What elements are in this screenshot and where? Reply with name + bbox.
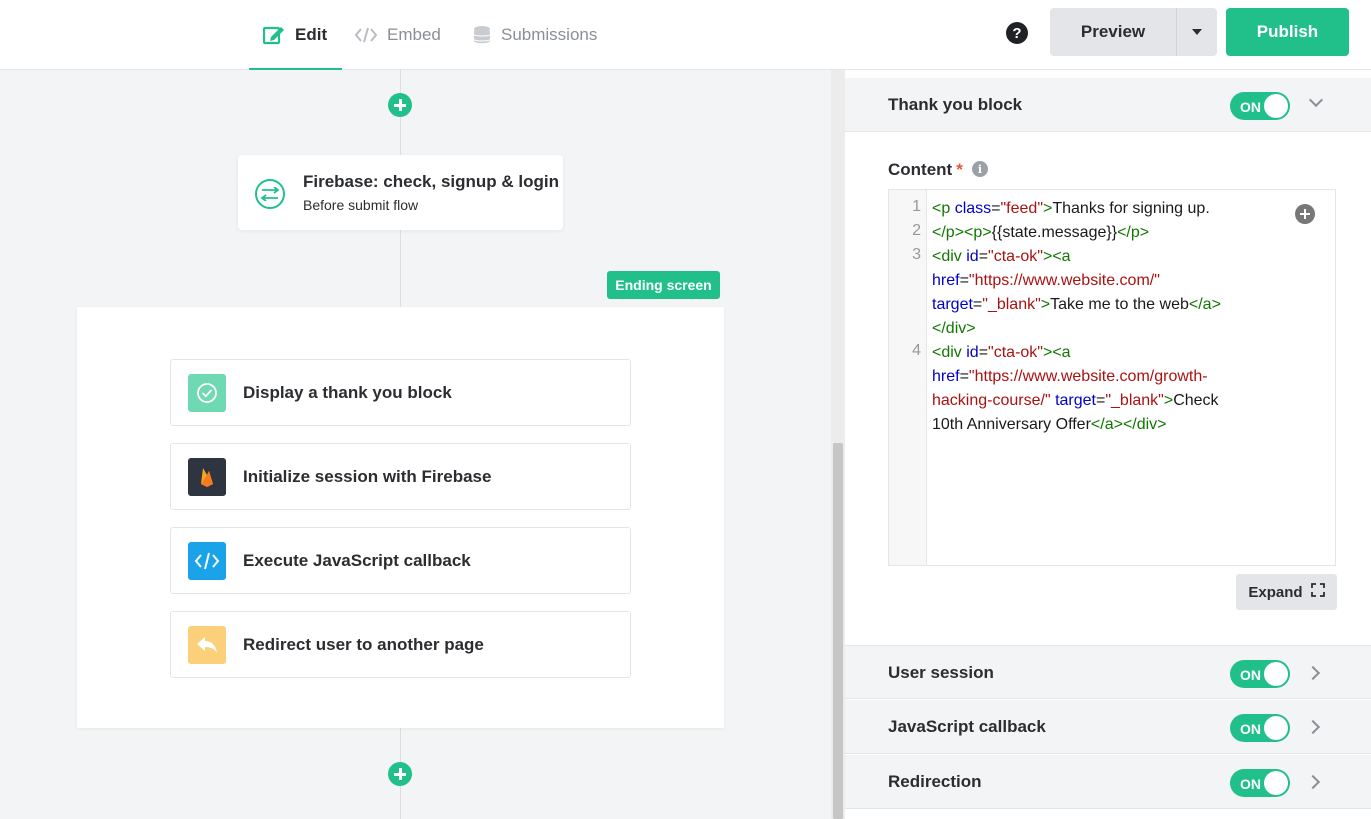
line-number: 2 (912, 222, 921, 239)
tab-label: Submissions (501, 24, 598, 44)
line-number-gutter: 1 2 3 4 (889, 190, 927, 565)
canvas-scrollbar-thumb[interactable] (833, 443, 843, 819)
code-line: <div id="cta-ok"><a (932, 344, 1071, 361)
chevron-down-icon[interactable] (1308, 92, 1324, 108)
line-number: 3 (912, 246, 921, 263)
section-javascript-callback[interactable]: JavaScript callback ON (845, 700, 1371, 754)
edit-icon (263, 25, 285, 45)
ending-screen-badge: Ending screen (607, 271, 720, 299)
content-label: Content * (888, 160, 963, 180)
action-firebase-session[interactable]: Initialize session with Firebase (170, 443, 631, 510)
fullscreen-icon (1310, 583, 1325, 601)
section-title: Redirection (888, 772, 982, 791)
flow-card-subtitle: Before submit flow (303, 197, 419, 213)
tab-label: Embed (387, 24, 441, 44)
line-number: 1 (912, 198, 921, 215)
code-line: href="https://www.website.com/growth- (932, 368, 1208, 385)
section-redirection[interactable]: Redirection ON (845, 755, 1371, 809)
action-label: Display a thank you block (243, 383, 452, 402)
section-thank-you-block[interactable]: Thank you block ON (845, 78, 1371, 132)
code-line: <div id="cta-ok"><a (932, 248, 1071, 265)
action-thank-you-block[interactable]: Display a thank you block (170, 359, 631, 426)
info-icon[interactable]: i (972, 161, 988, 177)
required-mark: * (956, 160, 963, 179)
code-line: </p><p>{{state.message}}</p> (932, 224, 1150, 241)
toggle-label: ON (1240, 667, 1261, 683)
firebase-flow-card[interactable]: Firebase: check, signup & login Before s… (238, 155, 563, 230)
chevron-right-icon[interactable] (1305, 665, 1321, 681)
code-line: 10th Anniversary Offer</a></div> (932, 416, 1167, 433)
toggle-label: ON (1240, 721, 1261, 737)
toggle-knob (1264, 662, 1288, 686)
toggle-label: ON (1240, 99, 1261, 115)
action-label: Execute JavaScript callback (243, 551, 471, 570)
preview-button[interactable]: Preview (1050, 8, 1177, 56)
caret-down-icon (1192, 29, 1202, 35)
toggle-label: ON (1240, 776, 1261, 792)
ending-screen-panel: Display a thank you block Initialize ses… (77, 307, 724, 728)
thank-you-toggle[interactable]: ON (1230, 92, 1290, 120)
redirection-toggle[interactable]: ON (1230, 769, 1290, 797)
add-step-button[interactable] (388, 762, 412, 786)
reply-arrow-icon (188, 626, 226, 664)
tab-edit[interactable]: Edit (248, 0, 343, 70)
content-label-text: Content (888, 160, 953, 179)
code-icon (188, 542, 226, 580)
tab-submissions[interactable]: Submissions (473, 0, 597, 69)
toggle-knob (1264, 94, 1288, 118)
help-glyph: ? (1012, 24, 1022, 42)
tab-embed[interactable]: Embed (355, 0, 441, 69)
add-step-button[interactable] (388, 93, 412, 117)
chevron-right-icon[interactable] (1305, 774, 1321, 790)
preview-button-group: Preview (1050, 8, 1217, 56)
code-content: <p class="feed">Thanks for signing up. <… (932, 197, 1272, 437)
connector-line (400, 230, 401, 307)
flow-icon (255, 179, 285, 209)
settings-panel: Thank you block ON Content * i 1 2 3 4 <p… (845, 70, 1371, 819)
flow-canvas: Firebase: check, signup & login Before s… (0, 70, 831, 819)
action-redirect[interactable]: Redirect user to another page (170, 611, 631, 678)
line-number: 4 (912, 342, 921, 359)
add-snippet-icon[interactable] (1295, 204, 1315, 224)
tab-label: Edit (295, 24, 328, 44)
database-icon (473, 25, 491, 45)
code-line: href="https://www.website.com/" (932, 272, 1160, 289)
toggle-knob (1264, 716, 1288, 740)
code-line: </div> (932, 320, 976, 337)
preview-dropdown-toggle[interactable] (1177, 8, 1217, 56)
code-icon (355, 27, 377, 43)
section-title: JavaScript callback (888, 717, 1046, 736)
firebase-icon (188, 458, 226, 496)
help-icon[interactable]: ? (1006, 22, 1028, 44)
section-user-session[interactable]: User session ON (845, 645, 1371, 699)
action-javascript-callback[interactable]: Execute JavaScript callback (170, 527, 631, 594)
flow-card-title: Firebase: check, signup & login (303, 172, 559, 191)
code-line: <p class="feed">Thanks for signing up. (932, 200, 1210, 217)
check-circle-icon (188, 374, 226, 412)
section-title: Thank you block (888, 95, 1023, 114)
top-bar: Edit Embed Submissions ? Preview Publish (0, 0, 1371, 70)
expand-label: Expand (1248, 583, 1303, 601)
publish-button[interactable]: Publish (1226, 8, 1349, 56)
javascript-callback-toggle[interactable]: ON (1230, 714, 1290, 742)
chevron-right-icon[interactable] (1305, 719, 1321, 735)
user-session-toggle[interactable]: ON (1230, 660, 1290, 688)
expand-button[interactable]: Expand (1236, 574, 1337, 610)
section-title: User session (888, 663, 994, 682)
action-label: Initialize session with Firebase (243, 467, 492, 486)
code-line: target="_blank">Take me to the web</a> (932, 296, 1221, 313)
toggle-knob (1264, 771, 1288, 795)
code-editor[interactable]: 1 2 3 4 <p class="feed">Thanks for signi… (888, 189, 1336, 566)
action-label: Redirect user to another page (243, 635, 484, 654)
code-line: hacking-course/" target="_blank">Check (932, 392, 1219, 409)
